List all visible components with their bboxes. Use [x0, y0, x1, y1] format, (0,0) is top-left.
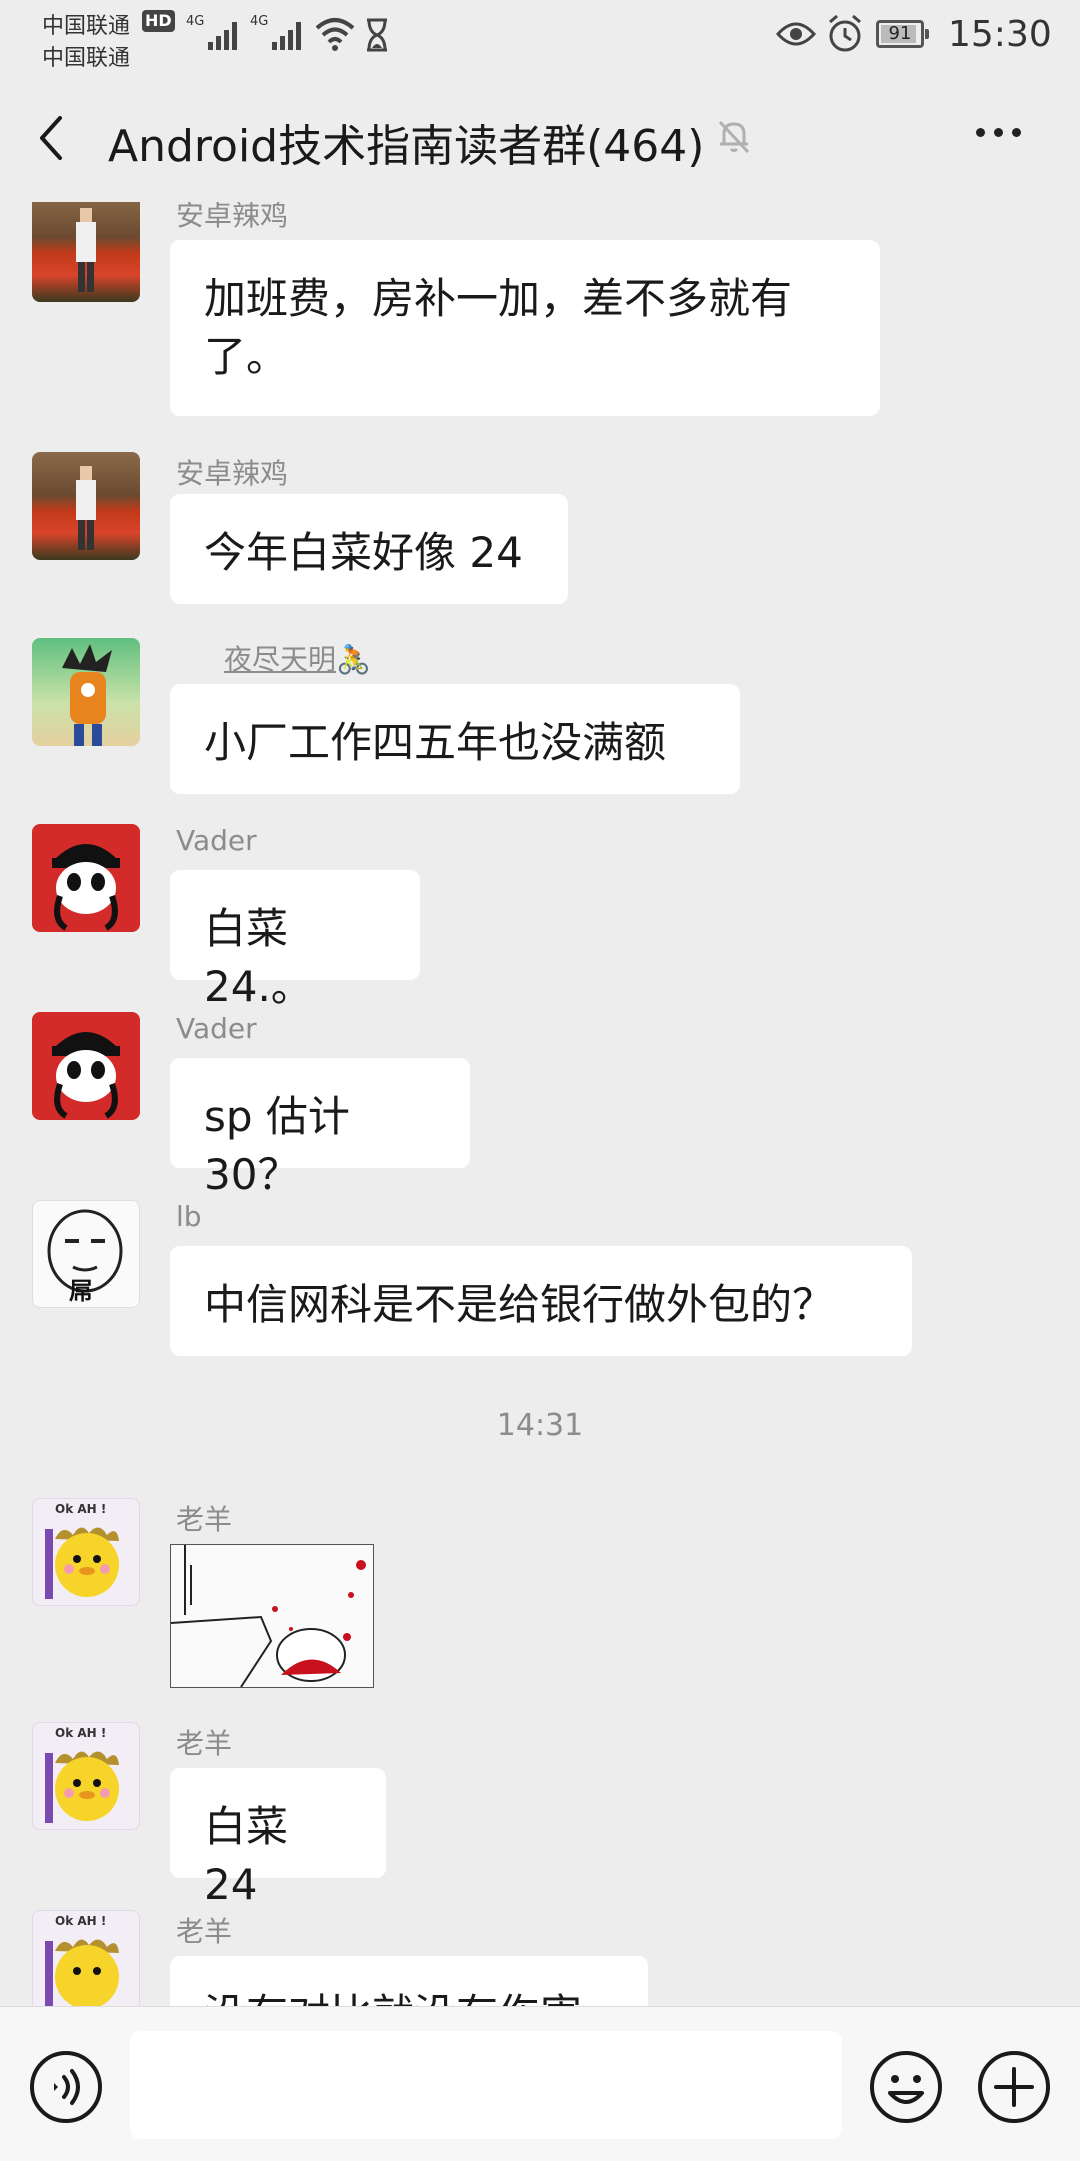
avatar[interactable] — [32, 452, 140, 560]
message-bubble[interactable]: sp 估计 30？ — [170, 1058, 470, 1199]
sender-name: 安卓辣鸡 — [176, 202, 289, 232]
sender-name: Vader — [176, 1012, 257, 1045]
message-text: 没有对比就没有伤害 — [204, 1986, 614, 2006]
plus-icon[interactable] — [976, 2049, 1052, 2125]
message-text: sp 估计 30？ — [204, 1092, 350, 1199]
more-options-icon[interactable] — [976, 128, 1021, 137]
sender-name: 安卓辣鸡 — [176, 457, 289, 490]
sender-name-text: 夜尽天明 — [224, 643, 337, 676]
eye-icon — [776, 22, 816, 46]
avatar[interactable]: Ok AH ! — [32, 1498, 140, 1606]
avatar[interactable] — [32, 638, 140, 746]
sender-name: 老羊 — [176, 1915, 233, 1948]
image-message[interactable] — [170, 1544, 374, 1688]
message-bubble[interactable]: 白菜 24.。 — [170, 870, 420, 1011]
chat-messages: 安卓辣鸡 加班费，房补一加，差不多就有 了。 安卓辣鸡 今年白菜好像 24 夜尽… — [0, 202, 1080, 2006]
battery-percent: 91 — [888, 23, 912, 44]
status-bar: 中国联通 中国联通 HD 4G 4G 91 15:30 — [0, 0, 1080, 72]
message-bubble[interactable]: 白菜 24 — [170, 1768, 386, 1909]
svg-text:屌: 屌 — [69, 1277, 93, 1305]
svg-text:Ok AH !: Ok AH ! — [55, 1502, 106, 1516]
sender-name: 夜尽天明🚴 — [224, 638, 371, 678]
avatar[interactable]: Ok AH ! — [32, 1722, 140, 1830]
message-text: 小厂工作四五年也没满额 — [204, 718, 667, 767]
message-bubble[interactable]: 今年白菜好像 24 — [170, 494, 568, 604]
message-text: 白菜 24.。 — [204, 904, 313, 1011]
chat-title: Android技术指南读者群(464) — [108, 121, 705, 172]
svg-text:Ok AH !: Ok AH ! — [55, 1726, 106, 1740]
avatar[interactable] — [32, 824, 140, 932]
message-text-line: 了。 — [204, 332, 289, 381]
message-text-line: 加班费，房补一加，差不多就有 — [204, 274, 793, 323]
message-bubble[interactable]: 加班费，房补一加，差不多就有 了。 — [170, 240, 880, 416]
carrier-2: 中国联通 — [42, 46, 131, 71]
avatar[interactable]: 屌 — [32, 1200, 140, 1308]
avatar[interactable]: Ok AH ! — [32, 1910, 140, 2006]
avatar[interactable] — [32, 202, 140, 302]
sender-name: 老羊 — [176, 1727, 233, 1760]
bell-muted-icon — [718, 120, 750, 154]
voice-icon[interactable] — [28, 2049, 104, 2125]
chat-header: Android技术指南读者群(464) — [0, 72, 1080, 202]
avatar[interactable] — [32, 1012, 140, 1120]
hd-badge: HD — [142, 10, 175, 32]
input-bar — [0, 2006, 1080, 2161]
sender-name: lb — [176, 1200, 202, 1233]
message-bubble[interactable]: 小厂工作四五年也没满额 — [170, 684, 740, 794]
alarm-icon — [829, 14, 861, 52]
message-input[interactable] — [130, 2031, 842, 2139]
back-arrow-icon[interactable] — [30, 108, 78, 168]
wifi-icon — [315, 18, 355, 51]
carrier-1: 中国联通 — [42, 14, 131, 39]
bicycle-emoji: 🚴 — [336, 643, 371, 676]
sender-name: 老羊 — [176, 1503, 233, 1536]
message-bubble[interactable]: 没有对比就没有伤害 — [170, 1956, 648, 2006]
message-text: 中信网科是不是给银行做外包的？ — [204, 1280, 835, 1329]
signal-icon-2: 4G — [250, 14, 302, 50]
signal-icon: 4G — [186, 14, 238, 50]
message-bubble[interactable]: 中信网科是不是给银行做外包的？ — [170, 1246, 912, 1356]
status-time: 15:30 — [948, 14, 1052, 55]
hourglass-icon — [367, 18, 387, 52]
svg-text:Ok AH !: Ok AH ! — [55, 1914, 106, 1928]
message-text: 今年白菜好像 24 — [204, 528, 523, 577]
emoji-icon[interactable] — [868, 2049, 944, 2125]
battery-icon: 91 — [876, 20, 929, 48]
sender-name: Vader — [176, 824, 257, 857]
time-separator: 14:31 — [496, 1408, 584, 1443]
message-text: 白菜 24 — [204, 1802, 289, 1909]
